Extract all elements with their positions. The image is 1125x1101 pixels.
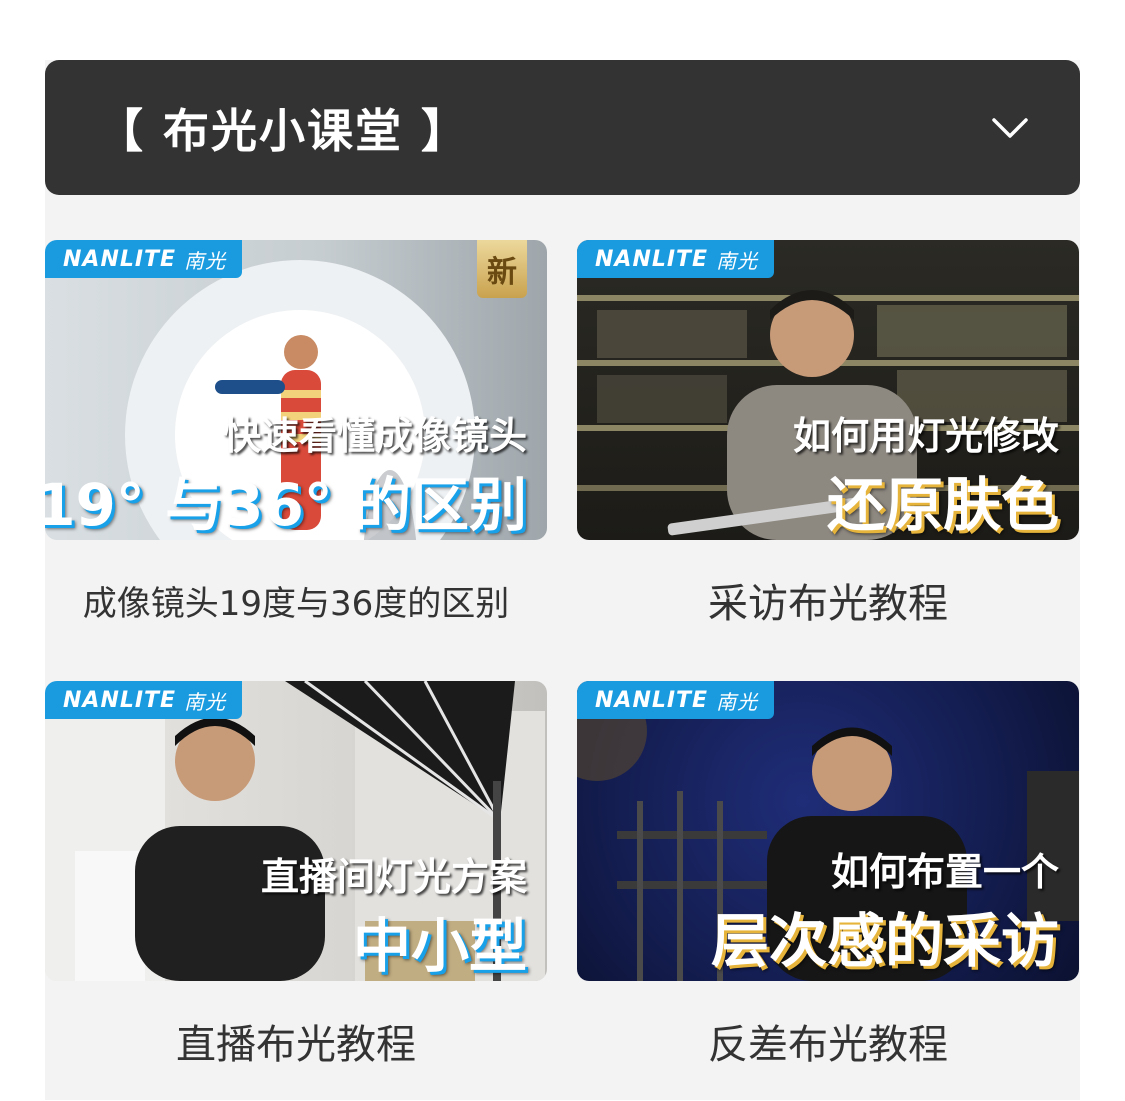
video-caption[interactable]: 成像镜头19度与36度的区别 <box>45 540 547 660</box>
thumbnail-headline: 如何用灯光修改 <box>792 414 1059 458</box>
thumbnail-highlight: 还原肤色 <box>826 471 1059 539</box>
video-thumbnail[interactable]: NANLITE 南光 新 快速看懂成像镜头 19° 与36° 的区别 <box>45 240 547 540</box>
video-card[interactable]: NANLITE 南光 直播间灯光方案 中小型 直播布光教程 <box>45 681 547 1101</box>
video-thumbnail[interactable]: NANLITE 南光 如何布置一个 层次感的采访 <box>577 681 1079 981</box>
brand-logo: NANLITE 南光 <box>577 240 775 278</box>
new-badge: 新 <box>477 240 527 298</box>
thumbnail-highlight: 层次感的采访 <box>710 907 1059 975</box>
video-card[interactable]: NANLITE 南光 新 快速看懂成像镜头 19° 与36° 的区别 成像镜头19… <box>45 240 547 660</box>
thumbnail-highlight: 中小型 <box>352 912 527 980</box>
brand-logo: NANLITE 南光 <box>577 681 775 719</box>
video-caption[interactable]: 反差布光教程 <box>577 981 1079 1101</box>
thumbnail-headline: 快速看懂成像镜头 <box>222 414 527 458</box>
thumbnail-headline: 如何布置一个 <box>830 850 1059 894</box>
video-thumbnail[interactable]: NANLITE 南光 直播间灯光方案 中小型 <box>45 681 547 981</box>
video-card[interactable]: NANLITE 南光 如何用灯光修改 还原肤色 采访布光教程 <box>577 240 1079 660</box>
video-card[interactable]: NANLITE 南光 如何布置一个 层次感的采访 反差布光教程 <box>577 681 1079 1101</box>
brand-logo: NANLITE 南光 <box>45 681 243 719</box>
thumbnail-highlight: 19° 与36° 的区别 <box>45 471 527 539</box>
video-caption[interactable]: 采访布光教程 <box>577 540 1079 660</box>
section-header[interactable]: 【 布光小课堂 】 <box>45 60 1080 195</box>
brand-logo: NANLITE 南光 <box>45 240 243 278</box>
video-caption[interactable]: 直播布光教程 <box>45 981 547 1101</box>
chevron-down-icon[interactable] <box>990 108 1030 148</box>
thumbnail-headline: 直播间灯光方案 <box>260 855 527 899</box>
video-thumbnail[interactable]: NANLITE 南光 如何用灯光修改 还原肤色 <box>577 240 1079 540</box>
section-title: 【 布光小课堂 】 <box>97 103 470 158</box>
